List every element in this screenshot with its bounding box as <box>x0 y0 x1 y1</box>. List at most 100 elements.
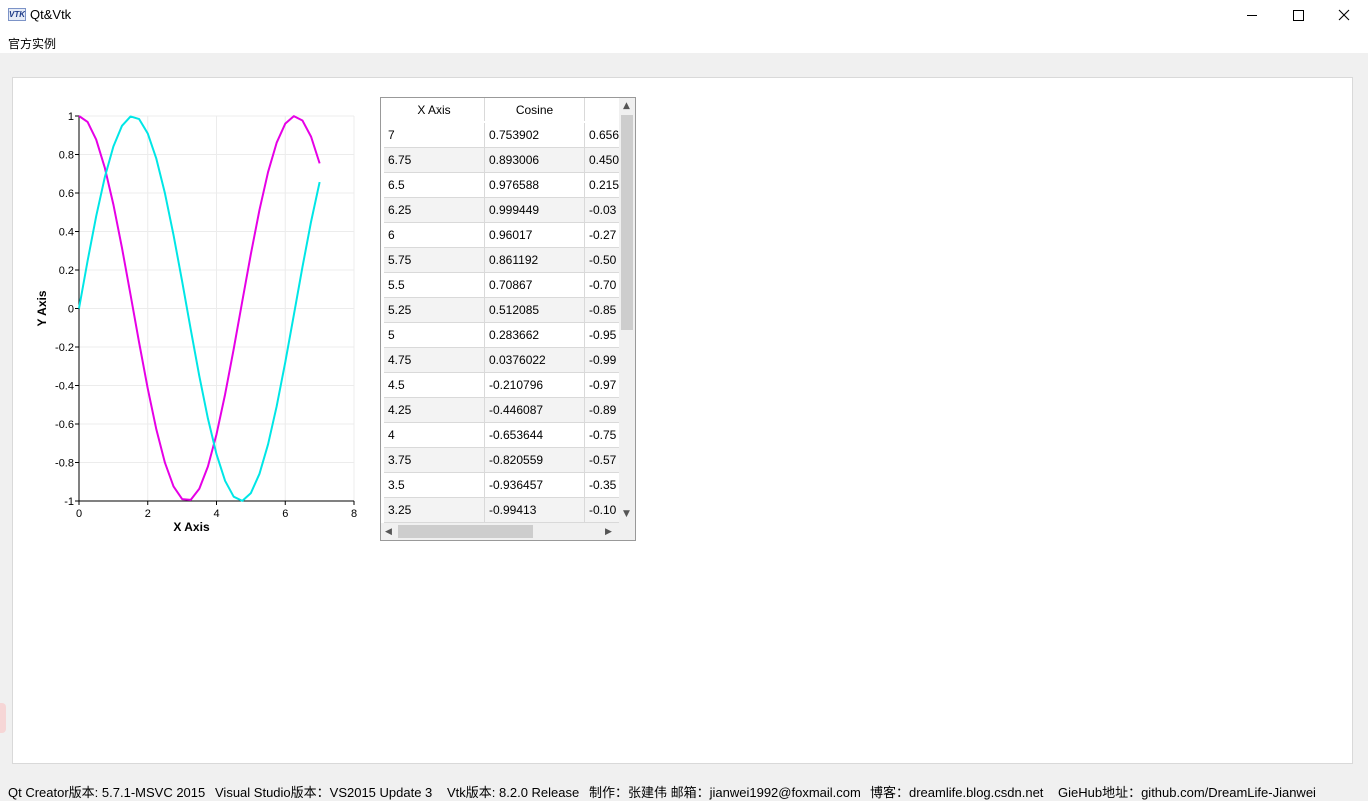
column-header-cosine[interactable]: Cosine <box>485 98 585 121</box>
table-cell[interactable]: 4.5 <box>384 373 485 397</box>
table-header: ⌄ X Axis Cosine <box>384 98 620 121</box>
table-cell[interactable]: -0.99413 <box>485 498 585 522</box>
table-cell[interactable]: -0.446087 <box>485 398 585 422</box>
status-github: GieHub地址：github.com/DreamLife-Jianwei <box>1058 785 1316 800</box>
table-cell[interactable]: 0.512085 <box>485 298 585 322</box>
table-cell[interactable]: -0.75 <box>585 423 620 447</box>
y-tick-label: -0.2 <box>55 342 74 354</box>
table-cell[interactable]: -0.95 <box>585 323 620 347</box>
window-edge-mark <box>0 703 6 733</box>
table-cell[interactable]: 3.5 <box>384 473 485 497</box>
close-button[interactable] <box>1321 0 1367 31</box>
scroll-right-icon[interactable]: ▶ <box>605 527 612 537</box>
table-cell[interactable]: -0.89 <box>585 398 620 422</box>
table-cell[interactable]: 6.5 <box>384 173 485 197</box>
table-cell[interactable]: -0.57 <box>585 448 620 472</box>
minimize-button[interactable] <box>1229 0 1275 31</box>
table-cell[interactable]: 3.75 <box>384 448 485 472</box>
table-row[interactable]: 5.75 0.861192 -0.50 <box>384 248 620 273</box>
vertical-scroll-thumb[interactable] <box>621 115 633 330</box>
title-bar: VTK Qt&Vtk <box>0 0 1368 31</box>
table-cell[interactable]: 0.656 <box>585 123 620 147</box>
table-row[interactable]: 4.75 0.0376022 -0.99 <box>384 348 620 373</box>
vertical-scrollbar[interactable]: ▲ ▼ <box>619 98 635 523</box>
y-tick-label: 0.4 <box>59 227 74 239</box>
scroll-up-icon[interactable]: ▲ <box>623 101 630 111</box>
table-cell[interactable]: 0.0376022 <box>485 348 585 372</box>
maximize-button[interactable] <box>1275 0 1321 31</box>
close-icon <box>1338 9 1350 21</box>
horizontal-scroll-thumb[interactable] <box>398 525 533 538</box>
table-cell[interactable]: -0.653644 <box>485 423 585 447</box>
menu-official-examples[interactable]: 官方实例 <box>8 35 56 52</box>
table-cell[interactable]: 0.215 <box>585 173 620 197</box>
table-cell[interactable]: 0.893006 <box>485 148 585 172</box>
y-tick-label: 0.2 <box>59 265 74 277</box>
column-header-x-axis[interactable]: ⌄ X Axis <box>384 98 485 121</box>
x-axis-title: X Axis <box>173 520 210 534</box>
table-cell[interactable]: 4 <box>384 423 485 447</box>
line-chart[interactable]: 1 0.8 0.6 0.4 0.2 0 -0.2 -0.4 -0.6 -0.8 -1 0 2 4 6 8 X A… <box>30 105 370 545</box>
scroll-left-icon[interactable]: ◀ <box>385 527 392 537</box>
table-row[interactable]: 4.5 -0.210796 -0.97 <box>384 373 620 398</box>
table-row[interactable]: 6.25 0.999449 -0.03 <box>384 198 620 223</box>
chart-canvas: 10.80.60.40.20-0.2-0.4-0.6-0.8-10 2 4 6 8X A… <box>35 111 357 534</box>
table-cell[interactable]: 7 <box>384 123 485 147</box>
table-cell[interactable]: 0.999449 <box>485 198 585 222</box>
table-cell[interactable]: -0.03 <box>585 198 620 222</box>
table-cell[interactable]: 0.283662 <box>485 323 585 347</box>
table-cell[interactable]: 4.75 <box>384 348 485 372</box>
table-cell[interactable]: 5 <box>384 323 485 347</box>
table-cell[interactable]: 4.25 <box>384 398 485 422</box>
table-cell[interactable]: -0.210796 <box>485 373 585 397</box>
table-cell[interactable]: -0.85 <box>585 298 620 322</box>
table-cell[interactable]: 5.25 <box>384 298 485 322</box>
table-row[interactable]: 5.5 0.70867 -0.70 <box>384 273 620 298</box>
table-cell[interactable]: 6.75 <box>384 148 485 172</box>
table-cell[interactable]: -0.97 <box>585 373 620 397</box>
sort-indicator-icon: ⌄ <box>434 102 441 111</box>
table-row[interactable]: 3.5 -0.936457 -0.35 <box>384 473 620 498</box>
table-row[interactable]: 4.25 -0.446087 -0.89 <box>384 398 620 423</box>
table-cell[interactable]: -0.27 <box>585 223 620 247</box>
table-row[interactable]: 3.75 -0.820559 -0.57 <box>384 448 620 473</box>
scroll-down-icon[interactable]: ▼ <box>623 509 630 519</box>
table-row[interactable]: 6.75 0.893006 0.450 <box>384 148 620 173</box>
table-cell[interactable]: -0.99 <box>585 348 620 372</box>
table-row[interactable]: 5 0.283662 -0.95 <box>384 323 620 348</box>
table-cell[interactable]: -0.10 <box>585 498 620 522</box>
table-row[interactable]: 3.25 -0.99413 -0.10 <box>384 498 620 523</box>
table-cell[interactable]: 0.753902 <box>485 123 585 147</box>
table-cell[interactable]: -0.70 <box>585 273 620 297</box>
series-line-0 <box>78 115 321 501</box>
maximize-icon <box>1293 10 1304 21</box>
table-cell[interactable]: 5.75 <box>384 248 485 272</box>
table-cell[interactable]: 0.976588 <box>485 173 585 197</box>
table-row[interactable]: 5.25 0.512085 -0.85 <box>384 298 620 323</box>
x-tick-label: 2 <box>145 508 151 520</box>
table-cell[interactable]: -0.35 <box>585 473 620 497</box>
y-tick-label: 0.6 <box>59 188 74 200</box>
vtk-logo-icon: VTK <box>8 8 26 21</box>
table-cell[interactable]: -0.50 <box>585 248 620 272</box>
table-row[interactable]: 6 0.96017 -0.27 <box>384 223 620 248</box>
table-cell[interactable]: 6 <box>384 223 485 247</box>
y-tick-label: -0.6 <box>55 419 74 431</box>
data-table[interactable]: ⌄ X Axis Cosine 7 0.753902 0.656 6.75 0.8930… <box>380 97 636 541</box>
horizontal-scrollbar[interactable]: ◀ ▶ <box>381 523 619 540</box>
table-cell[interactable]: -0.820559 <box>485 448 585 472</box>
table-row[interactable]: 6.5 0.976588 0.215 <box>384 173 620 198</box>
table-cell[interactable]: 0.861192 <box>485 248 585 272</box>
table-row[interactable]: 7 0.753902 0.656 <box>384 123 620 148</box>
table-cell[interactable]: -0.936457 <box>485 473 585 497</box>
table-cell[interactable]: 5.5 <box>384 273 485 297</box>
table-cell[interactable]: 0.70867 <box>485 273 585 297</box>
table-cell[interactable]: 3.25 <box>384 498 485 522</box>
table-body: 7 0.753902 0.656 6.75 0.893006 0.450 6.5 0.9765… <box>384 123 620 523</box>
y-tick-label: -0.8 <box>55 458 74 470</box>
table-cell[interactable]: 0.450 <box>585 148 620 172</box>
table-cell[interactable]: 0.96017 <box>485 223 585 247</box>
table-cell[interactable]: 6.25 <box>384 198 485 222</box>
table-row[interactable]: 4 -0.653644 -0.75 <box>384 423 620 448</box>
y-tick-label: 0.8 <box>59 150 74 162</box>
